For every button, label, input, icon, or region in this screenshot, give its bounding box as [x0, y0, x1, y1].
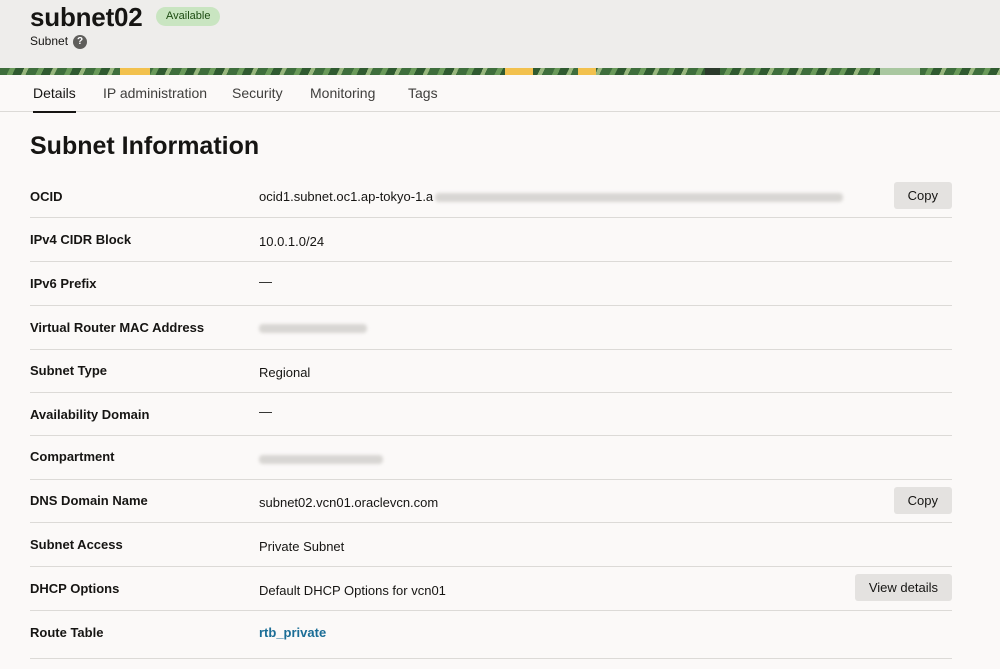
resource-type: Subnet: [30, 34, 69, 48]
detail-label: OCID: [30, 189, 63, 204]
detail-row-ipv6: IPv6 Prefix —: [30, 262, 952, 306]
detail-row-ipv4: IPv4 CIDR Block 10.0.1.0/24: [30, 218, 952, 262]
tab-tags[interactable]: Tags: [408, 75, 438, 112]
resource-name: subnet02: [30, 2, 143, 32]
redacted-text: [435, 193, 844, 203]
detail-label: IPv6 Prefix: [30, 276, 97, 291]
detail-row-subnet-type: Subnet Type Regional: [30, 350, 952, 393]
copy-ocid-button[interactable]: Copy: [893, 182, 952, 209]
detail-label: DHCP Options: [30, 581, 120, 596]
detail-label: Availability Domain: [30, 407, 150, 422]
detail-row-route-table: Route Table rtb_private: [30, 611, 952, 659]
detail-row-ocid: OCID ocid1.subnet.oc1.ap-tokyo-1.a Copy: [30, 174, 952, 218]
detail-row-dns: DNS Domain Name subnet02.vcn01.oraclevcn…: [30, 480, 952, 523]
tab-bar: Details IP administration Security Monit…: [0, 75, 1000, 113]
detail-value: Private Subnet: [259, 539, 345, 554]
banner-accent: [578, 68, 596, 75]
detail-label: Virtual Router MAC Address: [30, 320, 205, 335]
tab-ip-administration[interactable]: IP administration: [103, 75, 207, 112]
detail-row-dhcp: DHCP Options Default DHCP Options for vc…: [30, 567, 952, 611]
copy-dns-button[interactable]: Copy: [893, 487, 952, 514]
detail-value: [259, 320, 367, 335]
banner-accent: [705, 68, 720, 75]
detail-label: Compartment: [30, 449, 115, 464]
detail-value: —: [259, 274, 272, 289]
detail-value: Regional: [259, 365, 311, 380]
detail-row-compartment: Compartment: [30, 436, 952, 480]
detail-value: ocid1.subnet.oc1.ap-tokyo-1.a: [259, 189, 844, 204]
ocid-text: ocid1.subnet.oc1.ap-tokyo-1.a: [259, 189, 434, 204]
detail-row-subnet-access: Subnet Access Private Subnet: [30, 523, 952, 567]
detail-value: —: [259, 404, 272, 419]
detail-label: Route Table: [30, 625, 104, 640]
banner-accent: [120, 68, 150, 75]
tab-details[interactable]: Details: [33, 75, 76, 113]
detail-label: Subnet Access: [30, 537, 123, 552]
redacted-text: [259, 324, 367, 334]
detail-value: 10.0.1.0/24: [259, 234, 325, 249]
tab-monitoring[interactable]: Monitoring: [310, 75, 375, 112]
banner-accent: [880, 68, 920, 75]
route-table-link[interactable]: rtb_private: [259, 625, 326, 640]
detail-label: Subnet Type: [30, 363, 108, 378]
tab-security[interactable]: Security: [232, 75, 283, 112]
decorative-banner: [0, 68, 1000, 75]
detail-label: DNS Domain Name: [30, 493, 148, 508]
detail-label: IPv4 CIDR Block: [30, 232, 132, 247]
section-title: Subnet Information: [30, 132, 260, 160]
resource-header: subnet02 Available Subnet ?: [0, 0, 1000, 68]
status-badge: Available: [156, 7, 221, 26]
redacted-text: [259, 455, 383, 465]
detail-value: [259, 451, 383, 466]
detail-value: Default DHCP Options for vcn01: [259, 583, 446, 598]
detail-row-mac: Virtual Router MAC Address: [30, 306, 952, 350]
help-icon[interactable]: ?: [73, 35, 87, 49]
detail-value: subnet02.vcn01.oraclevcn.com: [259, 495, 439, 510]
banner-accent: [505, 68, 533, 75]
detail-row-availability-domain: Availability Domain —: [30, 393, 952, 436]
view-dhcp-details-button[interactable]: View details: [854, 574, 952, 601]
